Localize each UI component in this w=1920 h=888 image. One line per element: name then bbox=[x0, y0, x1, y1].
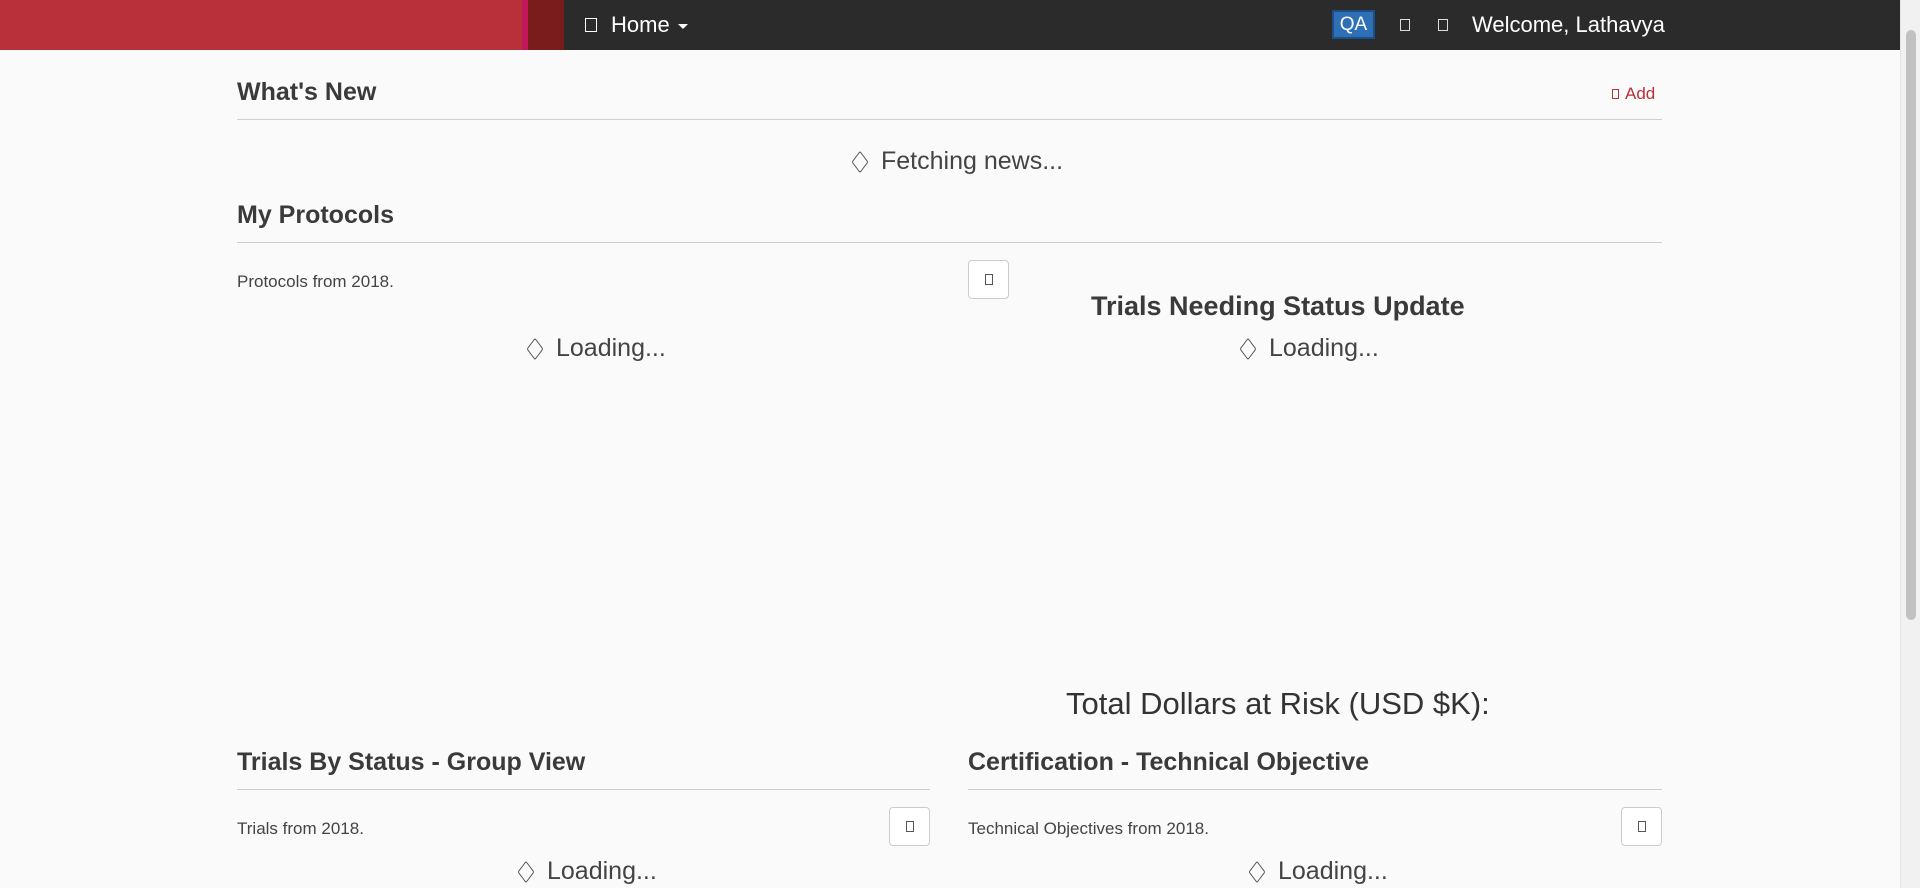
scrollbar-thumb[interactable] bbox=[1906, 30, 1916, 620]
news-loading-indicator: Fetching news... bbox=[851, 147, 1064, 176]
whats-new-title: What's New bbox=[237, 78, 377, 106]
certification-divider bbox=[968, 789, 1662, 790]
spinner-icon bbox=[1239, 337, 1257, 360]
whats-new-divider bbox=[237, 119, 1662, 120]
certification-title: Certification - Technical Objective bbox=[968, 748, 1370, 776]
page-scrollbar[interactable] bbox=[1900, 0, 1920, 888]
brand-logo[interactable] bbox=[0, 0, 522, 50]
trials-filter-button[interactable] bbox=[889, 807, 930, 846]
user-menu[interactable]: Welcome, Lathavya bbox=[1472, 0, 1665, 50]
trials-loading-text: Loading... bbox=[547, 857, 657, 885]
add-news-link[interactable]: Add bbox=[1612, 84, 1655, 104]
brand-stripe-dark bbox=[528, 0, 564, 50]
home-menu-label: Home bbox=[611, 12, 670, 37]
caret-down-icon bbox=[677, 23, 688, 29]
protocols-loading-text: Loading... bbox=[556, 334, 666, 362]
filter-icon bbox=[905, 821, 914, 832]
status-update-loading-indicator: Loading... bbox=[1239, 334, 1379, 363]
certification-loading-indicator: Loading... bbox=[1248, 857, 1388, 886]
trials-by-status-divider bbox=[237, 789, 930, 790]
dollars-at-risk-label: Total Dollars at Risk (USD $K): bbox=[1066, 686, 1490, 721]
protocols-subtitle: Protocols from 2018. bbox=[237, 272, 394, 291]
spinner-icon bbox=[517, 860, 535, 883]
notifications-icon[interactable] bbox=[1400, 19, 1410, 31]
status-update-loading-text: Loading... bbox=[1269, 334, 1379, 362]
top-navbar: Home QA Welcome, Lathavya bbox=[0, 0, 1900, 50]
help-icon[interactable] bbox=[1438, 19, 1448, 31]
protocols-loading-indicator: Loading... bbox=[526, 334, 666, 363]
home-icon bbox=[585, 18, 597, 32]
certification-subtitle: Technical Objectives from 2018. bbox=[968, 819, 1209, 838]
spinner-icon bbox=[1248, 860, 1266, 883]
filter-icon bbox=[984, 274, 993, 285]
home-menu-dropdown[interactable]: Home bbox=[585, 0, 688, 50]
my-protocols-divider bbox=[237, 242, 1662, 243]
filter-icon bbox=[1637, 821, 1646, 832]
status-update-title: Trials Needing Status Update bbox=[1091, 291, 1465, 321]
certification-filter-button[interactable] bbox=[1621, 807, 1662, 846]
news-loading-text: Fetching news... bbox=[881, 147, 1064, 175]
trials-by-status-title: Trials By Status - Group View bbox=[237, 748, 586, 776]
trials-subtitle: Trials from 2018. bbox=[237, 819, 364, 838]
spinner-icon bbox=[851, 150, 869, 173]
protocols-filter-button[interactable] bbox=[968, 260, 1009, 299]
my-protocols-title: My Protocols bbox=[237, 201, 394, 229]
trials-loading-indicator: Loading... bbox=[517, 857, 657, 886]
add-news-label: Add bbox=[1625, 84, 1656, 103]
certification-loading-text: Loading... bbox=[1278, 857, 1388, 885]
plus-icon bbox=[1612, 89, 1619, 99]
environment-badge[interactable]: QA bbox=[1332, 10, 1375, 39]
spinner-icon bbox=[526, 337, 544, 360]
